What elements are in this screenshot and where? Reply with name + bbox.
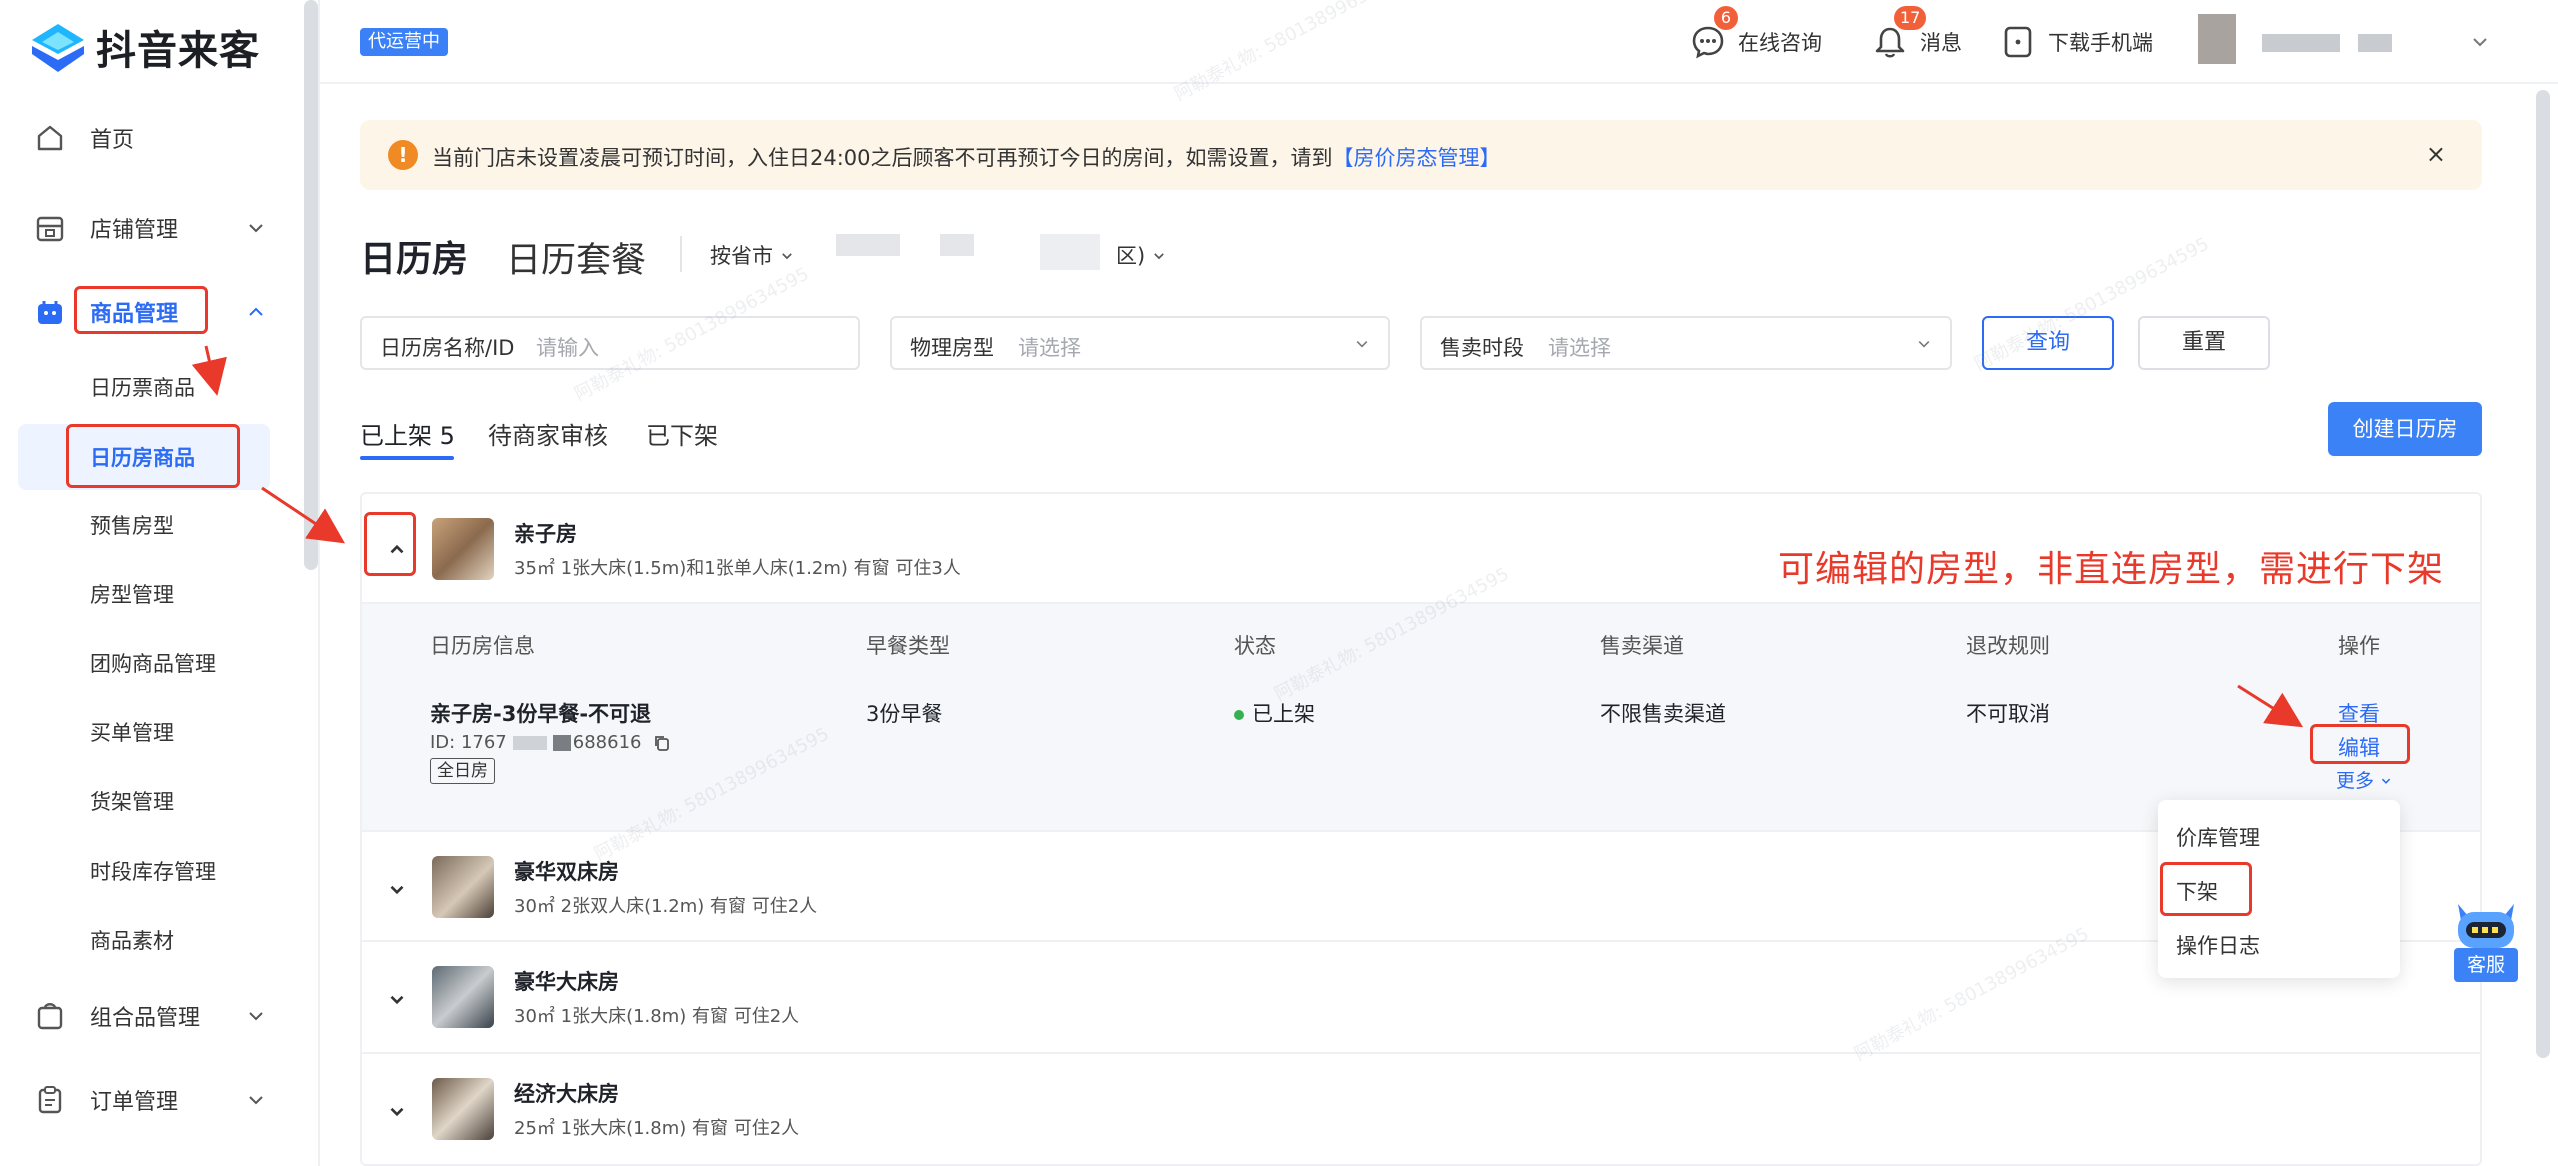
main-scrollbar[interactable] bbox=[2536, 90, 2550, 1058]
annotation-text: 可编辑的房型，非直连房型，需进行下架 bbox=[1778, 549, 2445, 590]
customer-service-button[interactable]: 客服 bbox=[2454, 948, 2518, 982]
